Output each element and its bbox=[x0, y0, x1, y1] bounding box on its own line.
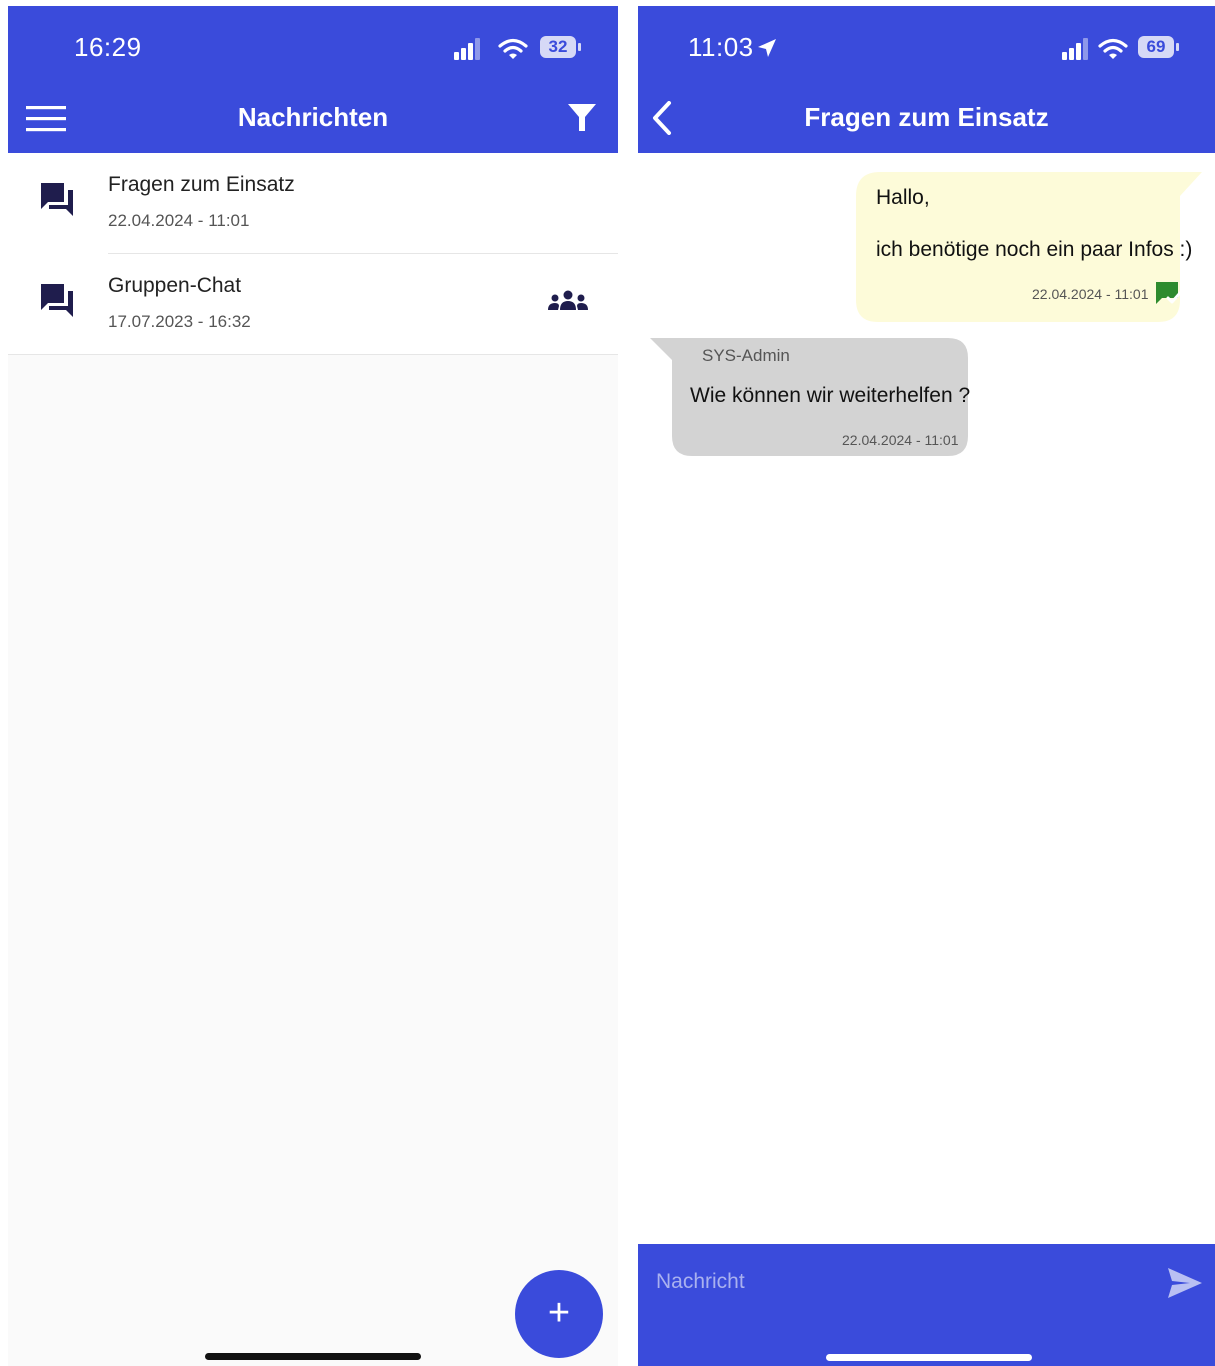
message-line: Hallo, bbox=[876, 186, 930, 209]
home-indicator bbox=[826, 1354, 1032, 1361]
battery-icon: 32 bbox=[540, 36, 576, 58]
conversation-item-fragen-zum-einsatz[interactable]: Fragen zum Einsatz 22.04.2024 - 11:01 bbox=[8, 153, 618, 254]
wifi-icon bbox=[498, 38, 528, 59]
conversation-list-screen: 16:29 32 Nachrichten Fragen zum Einsatz … bbox=[8, 6, 618, 1366]
chat-title: Fragen zum Einsatz bbox=[804, 102, 1049, 132]
status-time: 16:29 bbox=[74, 32, 142, 62]
conversation-title: Fragen zum Einsatz bbox=[108, 173, 295, 196]
location-arrow-icon bbox=[758, 39, 776, 57]
message-read-icon bbox=[1156, 282, 1181, 304]
new-conversation-button[interactable]: + bbox=[515, 1270, 603, 1358]
group-icon bbox=[548, 290, 588, 310]
status-icons: 32 bbox=[454, 36, 584, 60]
app-bar: 16:29 32 Nachrichten bbox=[8, 6, 618, 153]
battery-icon: 69 bbox=[1138, 36, 1174, 58]
status-icons: 69 bbox=[1062, 36, 1192, 60]
conversation-date: 22.04.2024 - 11:01 bbox=[108, 211, 250, 230]
message-time: 22.04.2024 - 11:01 bbox=[842, 432, 959, 448]
home-indicator bbox=[205, 1353, 421, 1360]
chat-bubbles-icon bbox=[41, 183, 73, 216]
incoming-message: SYS-Admin Wie können wir weiterhelfen ? … bbox=[650, 338, 971, 456]
message-text: Wie können wir weiterhelfen ? bbox=[690, 384, 971, 407]
battery-cap bbox=[578, 43, 581, 51]
message-line: ich benötige noch ein paar Infos :) bbox=[876, 238, 1193, 261]
conversation-title: Gruppen-Chat bbox=[108, 274, 242, 297]
page-title: Nachrichten bbox=[237, 102, 389, 132]
status-time: 11:03 bbox=[688, 32, 754, 62]
filter-icon[interactable] bbox=[568, 104, 596, 132]
wifi-icon bbox=[1098, 38, 1128, 59]
divider bbox=[8, 354, 618, 355]
outgoing-message: Hallo, ich benötige noch ein paar Infos … bbox=[856, 172, 1206, 322]
conversation-date: 17.07.2023 - 16:32 bbox=[108, 312, 251, 331]
battery-level: 69 bbox=[1146, 37, 1166, 56]
message-composer bbox=[638, 1244, 1215, 1366]
signal-icon bbox=[1062, 38, 1088, 60]
app-bar: 11:03 69 Fragen zum Einsatz bbox=[638, 6, 1215, 153]
message-sender: SYS-Admin bbox=[702, 346, 790, 365]
battery-cap bbox=[1176, 43, 1179, 51]
message-time: 22.04.2024 - 11:01 bbox=[1032, 286, 1149, 302]
signal-icon bbox=[454, 38, 480, 60]
chat-screen: 11:03 69 Fragen zum Einsatz Hallo, ich b… bbox=[638, 6, 1215, 1366]
battery-level: 32 bbox=[548, 37, 568, 56]
message-input[interactable] bbox=[656, 1264, 1126, 1300]
chat-bubbles-icon bbox=[41, 284, 73, 317]
plus-icon: + bbox=[547, 1292, 571, 1334]
conversation-item-gruppen-chat[interactable]: Gruppen-Chat 17.07.2023 - 16:32 bbox=[8, 254, 618, 355]
send-icon[interactable] bbox=[1168, 1268, 1202, 1298]
